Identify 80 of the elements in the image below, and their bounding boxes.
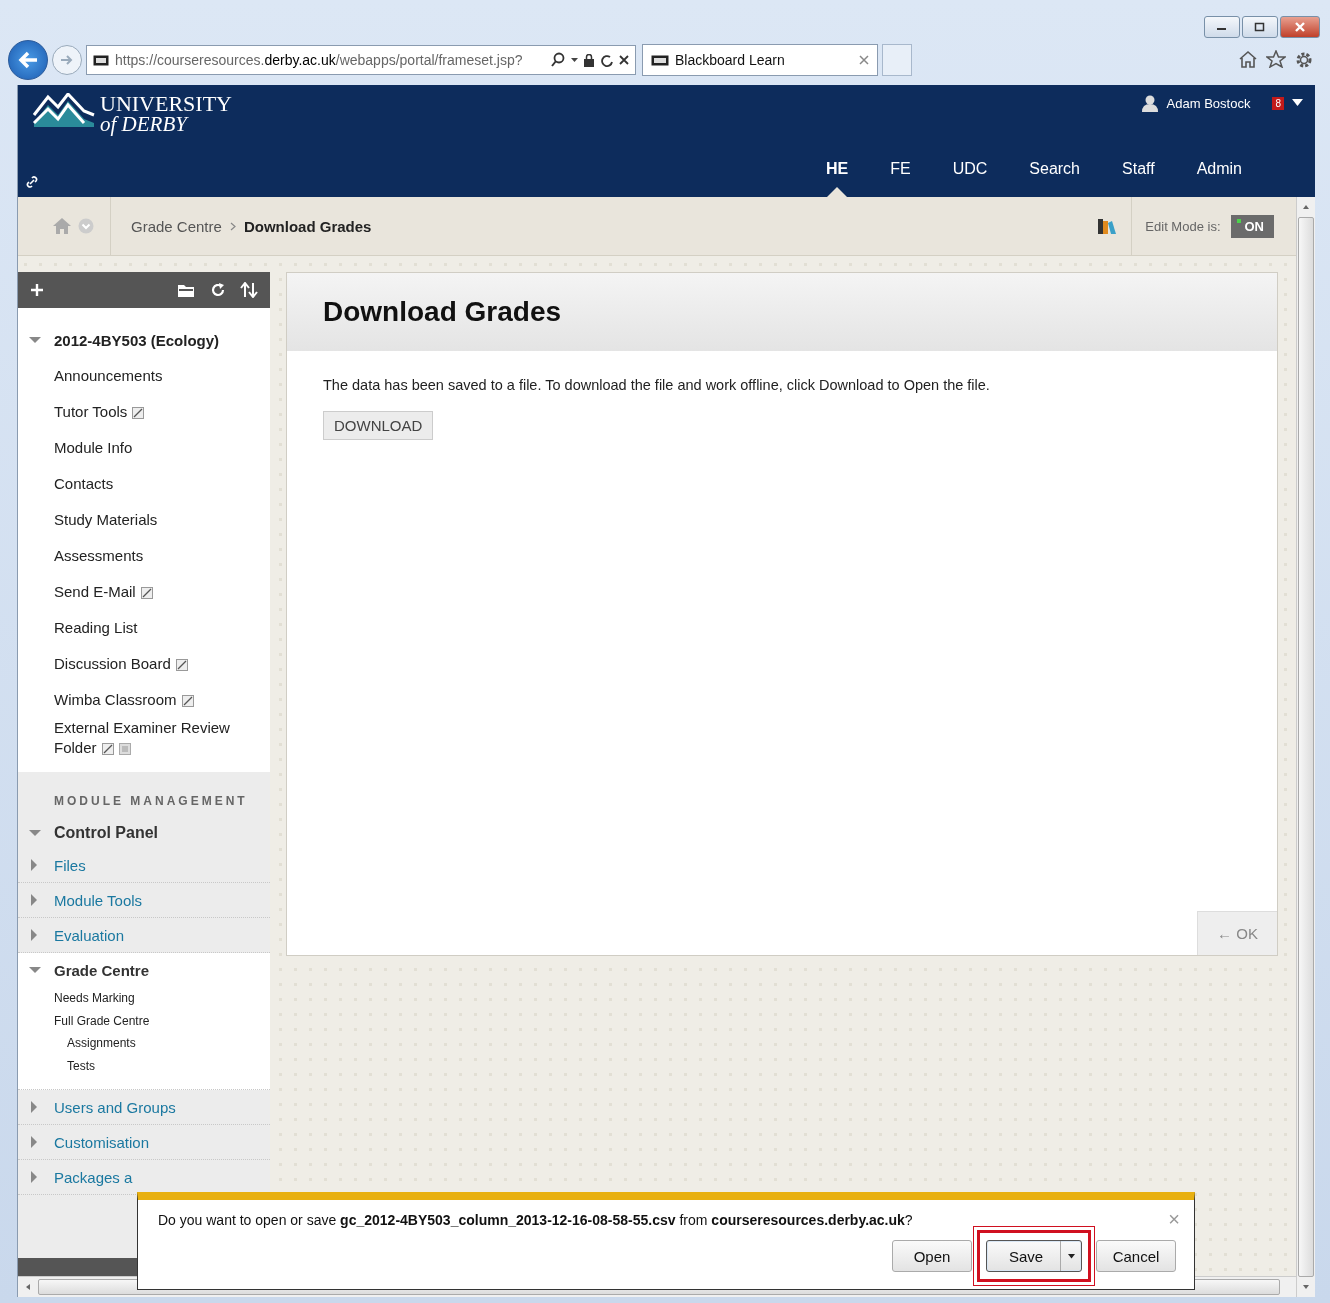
settings-icon[interactable] — [1294, 50, 1314, 70]
menu-item[interactable]: Assessments — [54, 546, 144, 566]
info-message: The data has been saved to a file. To download the file and work offline, click Download to Open the file. — [323, 377, 991, 393]
close-button[interactable] — [1280, 16, 1320, 38]
edit-mode-toggle[interactable]: ON — [1230, 214, 1274, 238]
maximize-button[interactable] — [1242, 16, 1278, 38]
triangle-down-icon[interactable] — [28, 828, 42, 838]
logo-text: UNIVERSITY — [100, 93, 232, 114]
menu-item[interactable]: Announcements — [54, 366, 163, 386]
plus-icon[interactable] — [30, 283, 44, 297]
lock-icon[interactable] — [584, 53, 594, 67]
close-icon[interactable] — [859, 55, 869, 65]
triangle-down-icon[interactable] — [28, 335, 42, 345]
menu-item[interactable]: Study Materials — [54, 510, 158, 530]
address-field[interactable]: https://courseresources.derby.ac.uk/webapps/portal/frameset.jsp? — [86, 45, 636, 75]
dialog-button[interactable]: Cancel — [1096, 1240, 1176, 1272]
scroll-down-icon[interactable] — [1302, 1283, 1310, 1291]
person-icon — [1140, 94, 1159, 112]
user-name[interactable]: Adam Bostock — [1166, 95, 1251, 111]
back-arrow-icon[interactable] — [17, 50, 39, 70]
scroll-thumb[interactable] — [1298, 217, 1314, 1277]
panel-section-link[interactable]: Packages a — [54, 1168, 133, 1186]
menu-item[interactable]: Send E-Mail — [54, 582, 153, 602]
panel-section-link[interactable]: Files — [54, 856, 86, 874]
menu-item[interactable]: Tutor Tools — [54, 402, 145, 422]
home-icon[interactable] — [1238, 50, 1258, 68]
nav-tab[interactable]: HE — [804, 149, 870, 197]
mountain-logo-icon — [32, 93, 96, 127]
menu-item[interactable]: Wimba Classroom — [54, 690, 194, 710]
menu-item[interactable]: Discussion Board — [54, 654, 188, 674]
menu-item[interactable]: Module Info — [54, 438, 133, 458]
edit-mode-label: Edit Mode is: — [1145, 218, 1221, 234]
menu-item[interactable]: External Examiner Review Folder — [54, 718, 270, 758]
submenu-link[interactable]: Tests — [67, 1054, 95, 1077]
panel-section-link[interactable]: Grade Centre — [54, 961, 150, 979]
minimize-button[interactable] — [1204, 16, 1240, 38]
menu-item[interactable]: Contacts — [54, 474, 114, 494]
breadcrumb-link[interactable]: Grade Centre — [131, 217, 222, 235]
notification-badge[interactable]: 8 — [1272, 96, 1284, 110]
submenu-link[interactable]: Assignments — [67, 1032, 136, 1055]
books-icon[interactable] — [1097, 217, 1118, 235]
search-icon[interactable] — [551, 52, 565, 68]
browser-tab[interactable]: Blackboard Learn — [642, 44, 878, 76]
folder-icon[interactable] — [176, 282, 196, 298]
link-icon[interactable] — [26, 175, 38, 189]
page-title: Download Grades — [323, 296, 562, 328]
dialog-button[interactable]: Open — [892, 1240, 972, 1272]
maximize-icon[interactable] — [1254, 22, 1266, 32]
nav-tab[interactable]: FE — [869, 149, 932, 197]
download-prompt: Do you want to open or save gc_2012-4BY503_column_2013-12-16-08-58-55.csv from courseresources.derby.ac.uk? — [158, 1212, 913, 1228]
logo-text: of DERBY — [100, 114, 190, 135]
stop-icon[interactable] — [619, 55, 629, 65]
favicon-icon — [93, 54, 109, 66]
sort-icon[interactable] — [240, 282, 258, 298]
nav-tab[interactable]: Admin — [1175, 149, 1263, 197]
nav-tab[interactable]: Search — [1008, 149, 1101, 197]
refresh-icon[interactable] — [600, 53, 613, 67]
control-panel-title[interactable]: Control Panel — [54, 824, 158, 842]
menu-item[interactable]: Reading List — [54, 618, 138, 638]
panel-section-link[interactable]: Customisation — [54, 1133, 150, 1151]
submenu-link[interactable]: Needs Marking — [54, 987, 135, 1010]
caret-icon[interactable] — [571, 58, 578, 62]
star-icon[interactable] — [1266, 50, 1286, 68]
nav-tab[interactable]: UDC — [931, 149, 1009, 197]
course-title[interactable]: 2012-4BY503 (Ecology) — [54, 331, 220, 349]
favicon-icon — [651, 54, 669, 66]
panel-section-link[interactable]: Evaluation — [54, 926, 125, 944]
back-button[interactable] — [8, 40, 48, 80]
dialog-button[interactable]: Save — [986, 1240, 1082, 1272]
caret-icon[interactable] — [1292, 99, 1303, 107]
section-heading: MODULE MANAGEMENT — [53, 793, 249, 810]
nav-tab[interactable]: Staff — [1101, 149, 1176, 197]
panel-section-link[interactable]: Module Tools — [54, 891, 143, 909]
refresh-icon[interactable] — [210, 282, 226, 298]
triangle-down-icon[interactable] — [28, 964, 42, 976]
download-button[interactable]: DOWNLOAD — [323, 411, 434, 440]
scroll-up-icon[interactable] — [1302, 203, 1310, 211]
panel-section-link[interactable]: Users and Groups — [54, 1098, 176, 1116]
scroll-left-icon[interactable] — [24, 1283, 32, 1291]
submenu-link[interactable]: Full Grade Centre — [54, 1009, 150, 1032]
